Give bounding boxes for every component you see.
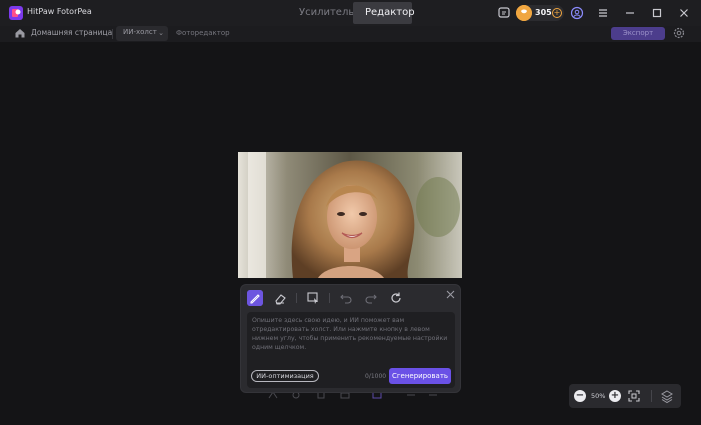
- close-icon[interactable]: [676, 5, 692, 21]
- undo-icon[interactable]: [338, 290, 354, 306]
- canvas-image[interactable]: [238, 152, 462, 278]
- layers-icon[interactable]: [659, 388, 675, 404]
- tool-divider: [296, 293, 297, 303]
- mode-select[interactable]: ИИ-холст ⌄: [116, 26, 168, 41]
- tab-editor[interactable]: Редактор: [353, 2, 415, 24]
- ai-prompt-panel: Опишите здесь свою идею, и ИИ поможет ва…: [240, 284, 461, 393]
- add-credits-button[interactable]: +: [552, 8, 562, 18]
- chevron-down-icon: ⌄: [158, 29, 164, 37]
- fit-screen-icon[interactable]: [627, 389, 641, 403]
- export-button[interactable]: Экспорт: [611, 27, 665, 40]
- prompt-placeholder: Опишите здесь свою идею, и ИИ поможет ва…: [252, 317, 448, 351]
- nav-divider: [112, 29, 113, 39]
- app-title: HitPaw FotorPea: [27, 7, 92, 16]
- feedback-icon[interactable]: [496, 5, 512, 21]
- nav-bar: Домашняя страница ИИ-холст ⌄ Фоторедакто…: [0, 26, 701, 42]
- eraser-icon[interactable]: [272, 290, 288, 306]
- minimize-icon[interactable]: [622, 5, 638, 21]
- zoom-level: 50%: [591, 392, 606, 400]
- brush-icon[interactable]: [247, 290, 263, 306]
- home-icon[interactable]: [14, 27, 26, 39]
- reset-icon[interactable]: [388, 290, 404, 306]
- gear-icon[interactable]: [672, 26, 686, 40]
- tool-divider: [329, 293, 330, 303]
- credits-badge[interactable]: 305 +: [516, 5, 564, 21]
- zoom-out-button[interactable]: −: [574, 390, 586, 402]
- prompt-input[interactable]: Опишите здесь свою идею, и ИИ поможет ва…: [247, 312, 455, 388]
- redo-icon[interactable]: [363, 290, 379, 306]
- mode-select-value: ИИ-холст: [123, 28, 157, 36]
- zoom-divider: [651, 390, 652, 402]
- ai-optimize-button[interactable]: ИИ-оптимизация: [251, 370, 319, 382]
- zoom-controls: − 50% +: [569, 384, 681, 408]
- home-link[interactable]: Домашняя страница: [31, 28, 112, 37]
- close-panel-icon[interactable]: [445, 289, 456, 300]
- select-icon[interactable]: [305, 290, 321, 306]
- account-icon[interactable]: [569, 5, 585, 21]
- generate-button[interactable]: Сгенерировать: [389, 368, 451, 384]
- coin-icon: [516, 5, 532, 21]
- maximize-icon[interactable]: [649, 5, 665, 21]
- credits-count: 305: [535, 8, 552, 17]
- app-logo-icon: [9, 6, 23, 20]
- char-counter: 0/1000: [365, 373, 387, 380]
- menu-icon[interactable]: [595, 5, 611, 21]
- zoom-in-button[interactable]: +: [609, 390, 621, 402]
- title-bar: HitPaw FotorPea Усилитель Редактор 305 +: [0, 0, 701, 26]
- tab-enhancer[interactable]: Усилитель: [287, 2, 354, 24]
- breadcrumb-photo-editor[interactable]: Фоторедактор: [176, 29, 230, 37]
